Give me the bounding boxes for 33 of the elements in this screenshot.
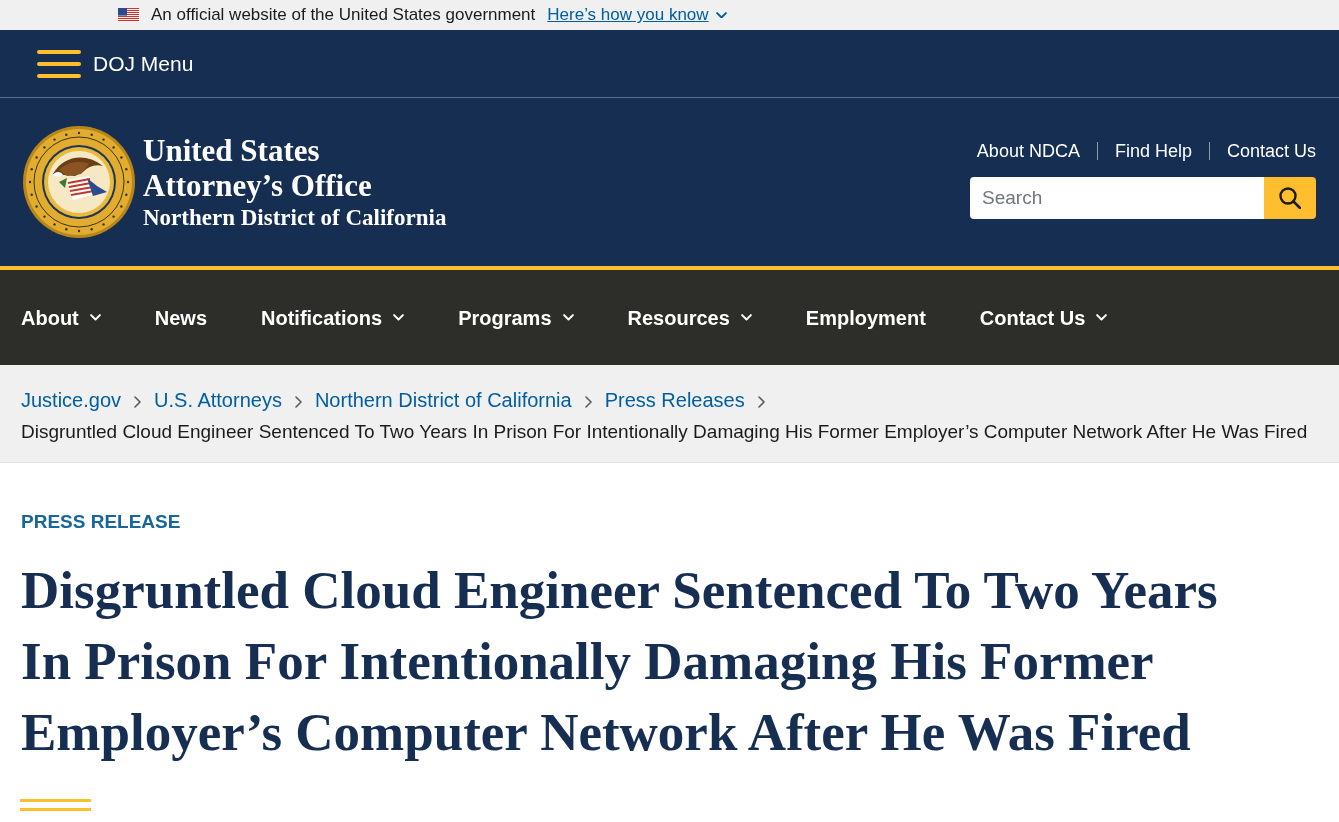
search-icon — [1279, 186, 1301, 209]
chevron-right-icon — [134, 396, 142, 408]
doj-menu-button[interactable]: DOJ Menu — [37, 47, 194, 80]
header-link[interactable]: About NDCA — [976, 139, 1080, 162]
nav-link[interactable]: Resources — [627, 302, 752, 333]
nav-link[interactable]: Contact Us — [979, 302, 1108, 333]
header-link[interactable]: Find Help — [1114, 139, 1192, 162]
content-type-label: PRESS RELEASE — [21, 510, 182, 534]
search-field[interactable]: Search — [970, 176, 1264, 219]
breadcrumb-link[interactable]: U.S. Attorneys — [154, 389, 282, 411]
breadcrumb-link[interactable]: Northern District of California — [314, 389, 572, 411]
breadcrumb-link[interactable]: Press Releases — [604, 389, 745, 411]
chevron-right-icon — [757, 396, 765, 408]
menu-icon — [37, 49, 81, 78]
official-site-notice: An official website of the United States government — [151, 4, 536, 27]
nav-link[interactable]: News — [154, 302, 207, 333]
nav-link[interactable]: Programs — [458, 302, 574, 333]
flag-icon — [118, 8, 139, 22]
nav-link[interactable]: Employment — [805, 302, 926, 333]
breadcrumb-current-page: Disgruntled Cloud Engineer Sentenced To Two Years In Prison For Intentionally Damaging His Former Employer’s Computer Network After He Was Fired — [21, 420, 1309, 444]
header-link[interactable]: Contact Us — [1226, 139, 1316, 162]
district-name: Northern District of California — [143, 203, 447, 232]
office-title: United States Attorney’s Office — [143, 132, 373, 203]
search-button[interactable] — [1264, 176, 1316, 219]
chevron-right-icon — [584, 396, 592, 408]
how-you-know-link[interactable]: Here’s how you know — [547, 2, 727, 28]
nav-link[interactable]: Notifications — [261, 302, 405, 333]
press-release-title: Disgruntled Cloud Engineer Sentenced To Two Years In Prison For Intentionally Damaging His Former Employer’s Computer Network After He Was Fired — [21, 560, 1219, 763]
nav-link[interactable]: About — [21, 302, 101, 333]
chevron-right-icon — [294, 396, 302, 408]
chevron-down-icon — [715, 11, 727, 19]
accent-divider — [20, 799, 91, 811]
breadcrumb-link[interactable]: Justice.gov — [21, 389, 122, 411]
